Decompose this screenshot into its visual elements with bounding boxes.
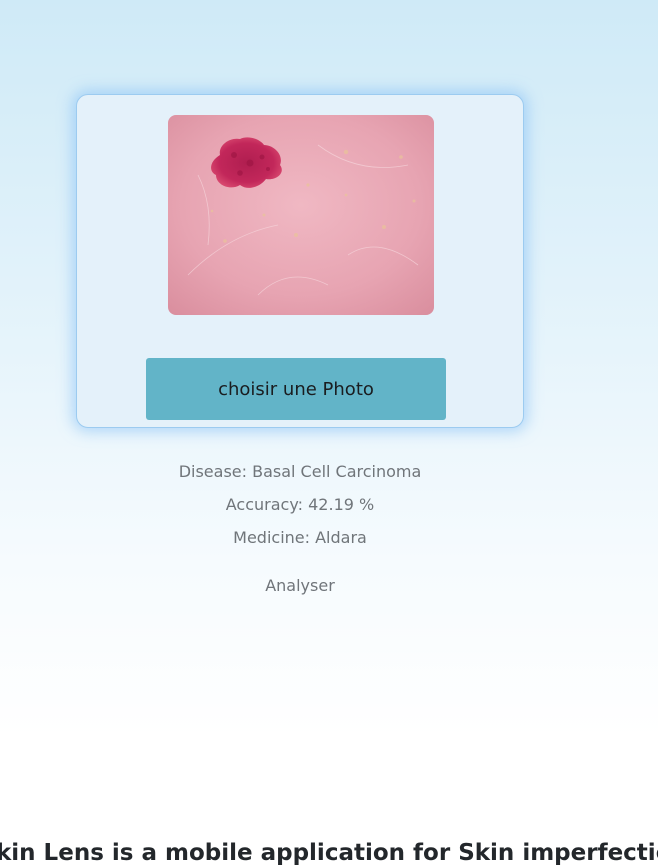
upload-card: choisir une Photo <box>76 94 524 428</box>
medicine-result: Medicine: Aldara <box>233 528 367 547</box>
analyse-button[interactable]: Analyser <box>0 576 600 595</box>
skin-photo-image <box>168 115 434 315</box>
choose-photo-button[interactable]: choisir une Photo <box>146 358 446 420</box>
disease-result: Disease: Basal Cell Carcinoma <box>178 462 422 481</box>
app-description-heading: kin Lens is a mobile application for Ski… <box>0 840 658 866</box>
accuracy-result: Accuracy: 42.19 % <box>225 495 375 514</box>
skin-photo <box>168 115 434 315</box>
